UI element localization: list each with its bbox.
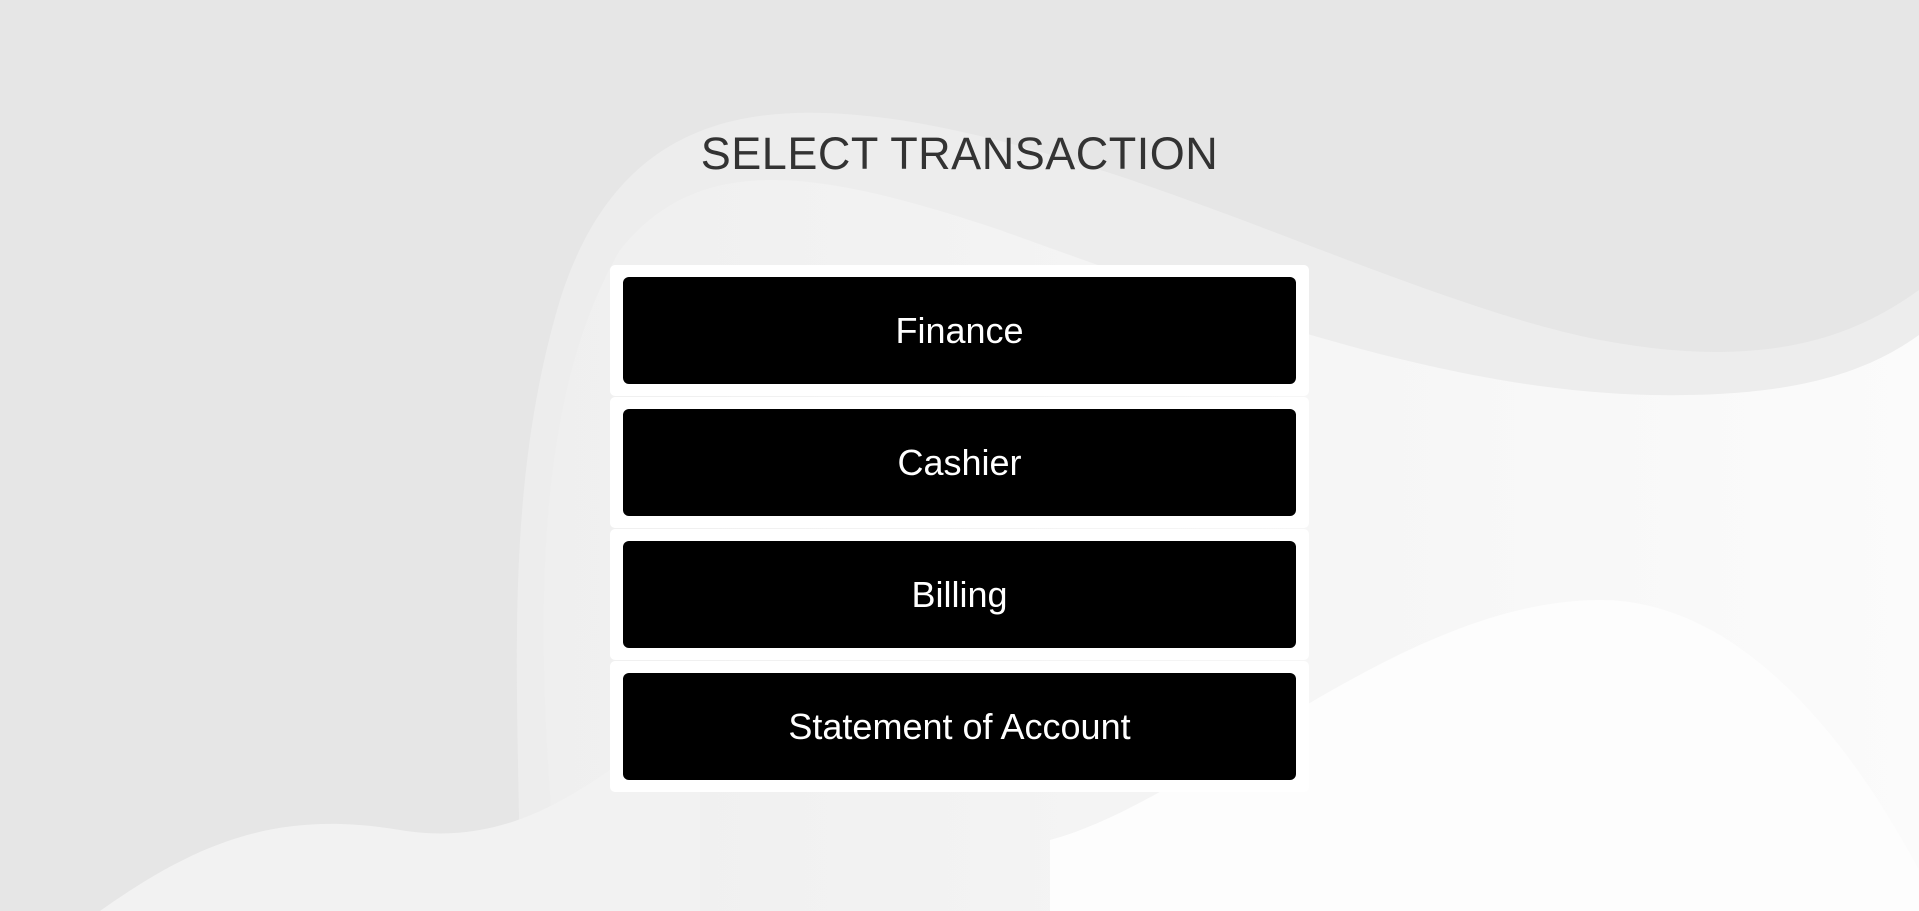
transaction-card-cashier: Cashier [610, 397, 1309, 528]
billing-button[interactable]: Billing [623, 541, 1296, 648]
page-title: SELECT TRANSACTION [0, 128, 1919, 180]
transaction-card-billing: Billing [610, 529, 1309, 660]
cashier-button[interactable]: Cashier [623, 409, 1296, 516]
transaction-card-finance: Finance [610, 265, 1309, 396]
transaction-list: Finance Cashier Billing Statement of Acc… [610, 265, 1309, 793]
statement-of-account-button[interactable]: Statement of Account [623, 673, 1296, 780]
transaction-card-statement: Statement of Account [610, 661, 1309, 792]
finance-button[interactable]: Finance [623, 277, 1296, 384]
page-title-text: SELECT TRANSACTION [700, 128, 1219, 179]
